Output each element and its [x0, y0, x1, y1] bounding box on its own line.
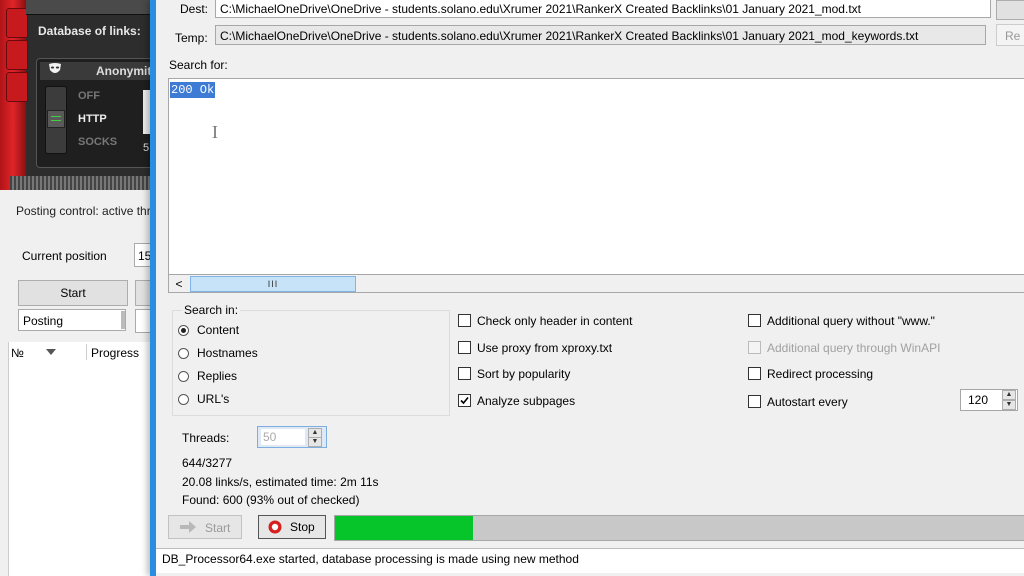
task-list[interactable]	[8, 362, 160, 576]
threads-down-icon: ▼	[308, 437, 322, 447]
radio-content[interactable]	[178, 325, 189, 336]
no-www-label[interactable]: Additional query without "www."	[767, 314, 935, 328]
dest-browse-button[interactable]	[996, 0, 1024, 20]
sort-arrow-icon[interactable]	[46, 349, 56, 355]
checkmark-icon	[460, 396, 469, 405]
top-bar	[26, 0, 160, 15]
current-position-label: Current position	[22, 249, 107, 263]
anonymity-label: Anonymity	[96, 64, 159, 78]
use-proxy-label[interactable]: Use proxy from xproxy.txt	[477, 341, 612, 355]
temp-button[interactable]: Re	[996, 24, 1024, 46]
progress-count: 644/3277	[182, 456, 233, 470]
temp-label: Temp:	[175, 31, 208, 45]
option-socks[interactable]: SOCKS	[78, 136, 117, 148]
radio-content-label[interactable]: Content	[197, 323, 239, 337]
check-header-checkbox[interactable]	[458, 314, 471, 327]
temp-field[interactable]: C:\MichaelOneDrive\OneDrive - students.s…	[215, 25, 986, 45]
autostart-checkbox[interactable]	[748, 395, 761, 408]
option-http[interactable]: HTTP	[78, 113, 107, 125]
search-text-selection[interactable]: 200 Ok	[170, 82, 216, 98]
start-button: Start	[168, 515, 242, 539]
found-text: Found: 600 (93% out of checked)	[182, 493, 360, 507]
progress-fill	[335, 516, 473, 540]
database-label: Database of links:	[38, 24, 141, 38]
threads-label: Threads:	[182, 431, 230, 445]
redirect-checkbox[interactable]	[748, 367, 761, 380]
side-value: 5	[143, 142, 150, 154]
analyze-subpages-label[interactable]: Analyze subpages	[477, 394, 575, 408]
dest-field[interactable]: C:\MichaelOneDrive\OneDrive - students.s…	[215, 0, 991, 18]
radio-replies[interactable]	[178, 371, 189, 382]
option-off[interactable]: OFF	[78, 90, 100, 102]
red-tab[interactable]	[6, 40, 28, 70]
radio-hostnames-label[interactable]: Hostnames	[197, 346, 258, 360]
spin-up-icon[interactable]: ▲	[1002, 390, 1016, 400]
column-number[interactable]: №	[11, 346, 24, 360]
autostart-label[interactable]: Autostart every	[767, 395, 848, 409]
search-text-area[interactable]	[168, 78, 1024, 275]
scroll-thumb[interactable]: III	[190, 276, 356, 292]
status-text: DB_Processor64.exe started, database pro…	[162, 552, 579, 566]
text-cursor-icon: I	[212, 122, 218, 142]
start-label: Start	[205, 521, 231, 535]
posting-status-field: Posting	[18, 309, 126, 331]
no-www-checkbox[interactable]	[748, 314, 761, 327]
search-for-label: Search for:	[169, 58, 228, 72]
grille-ribbon	[10, 176, 160, 190]
posting-start-button[interactable]: Start	[18, 280, 128, 306]
radio-hostnames[interactable]	[178, 348, 189, 359]
dest-label: Dest:	[180, 2, 209, 16]
analyze-subpages-checkbox[interactable]	[458, 394, 471, 407]
use-proxy-checkbox[interactable]	[458, 341, 471, 354]
radio-urls-label[interactable]: URL's	[197, 392, 229, 406]
check-header-label[interactable]: Check only header in content	[477, 314, 632, 328]
search-in-label: Search in:	[182, 303, 241, 317]
winapi-label: Additional query through WinAPI	[767, 341, 941, 355]
scroll-left-icon[interactable]: <	[172, 277, 186, 291]
stop-icon	[268, 520, 282, 534]
stop-label[interactable]: Stop	[290, 520, 315, 534]
column-progress[interactable]: Progress	[91, 346, 139, 360]
arrow-right-icon	[180, 521, 196, 533]
speed-text: 20.08 links/s, estimated time: 2m 11s	[182, 475, 379, 489]
redirect-label[interactable]: Redirect processing	[767, 367, 873, 381]
spin-down-icon[interactable]: ▼	[1002, 400, 1016, 410]
radio-urls[interactable]	[178, 394, 189, 405]
winapi-checkbox	[748, 341, 761, 354]
radio-replies-label[interactable]: Replies	[197, 369, 237, 383]
window-frame	[150, 0, 156, 576]
list-border	[8, 342, 9, 576]
switch-knob[interactable]	[47, 110, 65, 128]
posting-status-bar	[121, 311, 125, 329]
autostart-value[interactable]: 120	[968, 393, 988, 407]
sort-popularity-checkbox[interactable]	[458, 367, 471, 380]
mask-icon	[49, 63, 61, 73]
red-tab[interactable]	[6, 72, 28, 102]
red-tab[interactable]	[6, 8, 28, 38]
stop-button[interactable]: Stop	[258, 515, 326, 539]
column-separator[interactable]	[86, 344, 87, 360]
sort-popularity-label[interactable]: Sort by popularity	[477, 367, 570, 381]
posting-control-label: Posting control: active thre	[16, 204, 158, 218]
red-side-strip	[0, 0, 28, 190]
threads-value: 50	[261, 429, 305, 445]
